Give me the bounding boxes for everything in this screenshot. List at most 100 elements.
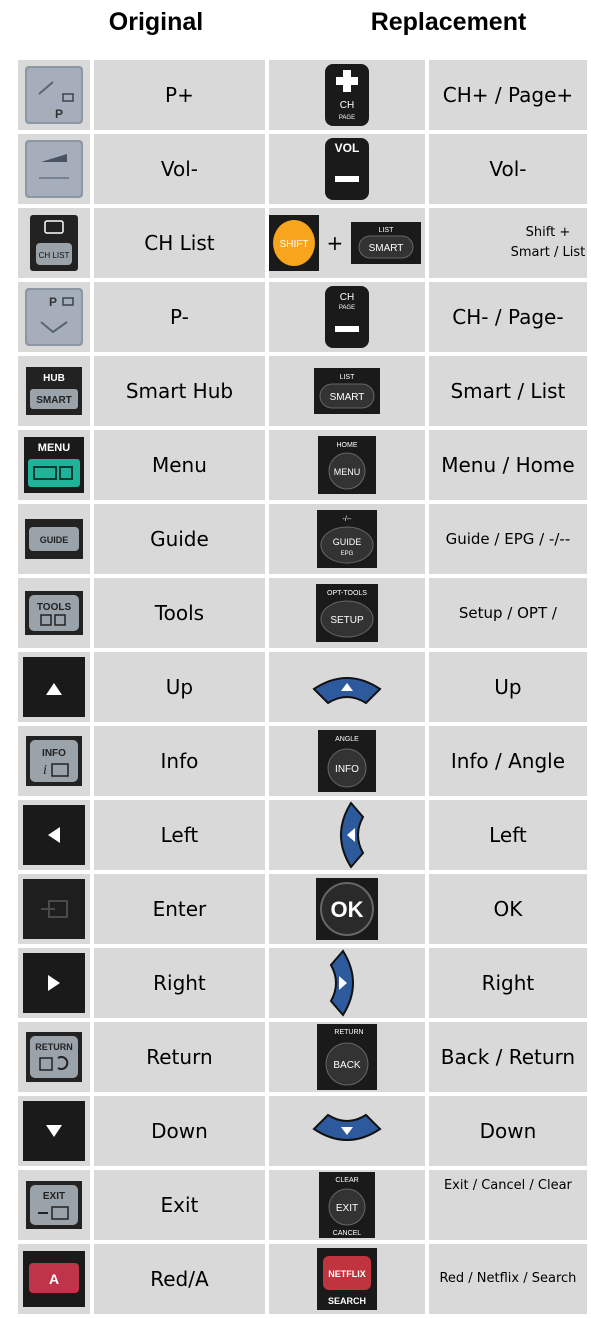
replacement-label: CH- / Page- (428, 282, 587, 352)
svg-text:CH: CH (340, 292, 354, 303)
original-label: Guide (94, 504, 265, 574)
replacement-label: Exit / Cancel / Clear (428, 1170, 587, 1240)
original-label: Up (94, 652, 265, 722)
replacement-label: Back / Return (428, 1022, 587, 1092)
svg-text:P: P (49, 295, 57, 309)
red-a-button: A (23, 1251, 86, 1307)
enter-button (23, 879, 86, 939)
table-row: TOOLS Tools OPT-TOOLS SETUP Setup / OPT … (18, 578, 587, 648)
return-button: RETURN (26, 1032, 83, 1082)
svg-text:PAGE: PAGE (339, 115, 355, 121)
svg-text:INFO: INFO (42, 748, 66, 759)
svg-text:CANCEL: CANCEL (333, 1230, 362, 1237)
p-minus-button: P (25, 288, 84, 346)
svg-text:CH: CH (340, 100, 354, 111)
svg-text:HOME: HOME (336, 442, 357, 449)
replacement-label: Info / Angle (428, 726, 587, 796)
table-row: Up Up (18, 652, 587, 722)
svg-text:SETUP: SETUP (330, 615, 364, 626)
tools-button: TOOLS (25, 591, 84, 635)
svg-text:BACK: BACK (333, 1060, 361, 1071)
vol-minus-button (25, 140, 84, 198)
svg-text:MENU: MENU (334, 467, 361, 477)
table-row: CH LIST CH List SHIFT + LIST SMART Shift… (18, 208, 587, 278)
svg-text:GUIDE: GUIDE (333, 537, 362, 547)
original-label: Tools (94, 578, 265, 648)
original-label: Return (94, 1022, 265, 1092)
table-row: Vol- VOL Vol- (18, 134, 587, 204)
guide-button: GUIDE (25, 519, 84, 559)
table-row: RETURN Return RETURN BACK Back / Return (18, 1022, 587, 1092)
svg-text:SMART: SMART (329, 392, 364, 403)
original-header: Original (108, 8, 204, 36)
info-button: INFO i (26, 736, 83, 786)
smart-hub-button: HUB SMART (26, 367, 83, 415)
button-mapping-table: P P+ CH PAGE CH+ / Page+ Vol- VOL Vol- C… (14, 56, 591, 1318)
guide-epg-button: -/-- GUIDE EPG (316, 510, 377, 568)
svg-text:SEARCH: SEARCH (328, 1296, 366, 1306)
svg-text:EXIT: EXIT (336, 1203, 358, 1214)
original-label: CH List (94, 208, 265, 278)
original-label: Vol- (94, 134, 265, 204)
replacement-label: Setup / OPT / (428, 578, 587, 648)
replacement-label: CH+ / Page+ (428, 60, 587, 130)
original-label: Down (94, 1096, 265, 1166)
original-label: Smart Hub (94, 356, 265, 426)
ch-page-plus-button: CH PAGE (324, 64, 369, 126)
svg-text:A: A (49, 1271, 59, 1287)
shift-button: SHIFT (268, 215, 319, 271)
down-arrow-button (23, 1101, 86, 1161)
left-arrow-button (23, 805, 86, 865)
svg-text:MENU: MENU (38, 442, 70, 454)
original-label: Info (94, 726, 265, 796)
original-label: Red/A (94, 1244, 265, 1314)
p-plus-button: P (25, 66, 84, 124)
replacement-label: Right (428, 948, 587, 1018)
info-angle-button: ANGLE INFO (317, 730, 376, 792)
svg-text:CH LIST: CH LIST (39, 251, 70, 260)
replacement-label: Up (428, 652, 587, 722)
right-arrow-button (23, 953, 86, 1013)
original-label: Menu (94, 430, 265, 500)
svg-text:SMART: SMART (369, 243, 404, 254)
table-row: P P- CH PAGE CH- / Page- (18, 282, 587, 352)
menu-home-button: HOME MENU (317, 436, 376, 494)
svg-text:NETFLIX: NETFLIX (328, 1269, 366, 1279)
table-row: Right Right (18, 948, 587, 1018)
replacement-label: Left (428, 800, 587, 870)
replacement-label: Down (428, 1096, 587, 1166)
ch-page-minus-button: CH PAGE (324, 286, 369, 348)
svg-text:HUB: HUB (43, 373, 65, 384)
plus-sign: + (326, 231, 344, 255)
back-return-button: RETURN BACK (316, 1024, 377, 1090)
svg-text:OK: OK (330, 897, 363, 922)
smart-list-button: LIST SMART (351, 222, 422, 264)
table-row: GUIDE Guide -/-- GUIDE EPG Guide / EPG /… (18, 504, 587, 574)
original-label: Exit (94, 1170, 265, 1240)
table-row: HUB SMART Smart Hub LIST SMART Smart / L… (18, 356, 587, 426)
ok-button: OK (315, 878, 378, 940)
original-label: P+ (94, 60, 265, 130)
table-row: Down Down (18, 1096, 587, 1166)
right-dpad-button (329, 949, 354, 1017)
table-row: INFO i Info ANGLE INFO Info / Angle (18, 726, 587, 796)
svg-text:P: P (55, 107, 63, 121)
vol-minus-button: VOL (324, 138, 369, 200)
original-label: Left (94, 800, 265, 870)
svg-text:LIST: LIST (379, 227, 395, 234)
svg-text:LIST: LIST (339, 374, 355, 381)
menu-button: MENU (24, 437, 85, 493)
table-row: EXIT Exit CLEAR EXIT CANCEL Exit / Cance… (18, 1170, 587, 1240)
exit-button: EXIT (26, 1181, 83, 1229)
svg-text:EXIT: EXIT (43, 1191, 65, 1202)
replacement-label: Shift + Smart / List (428, 208, 587, 278)
smart-list-button: LIST SMART (313, 368, 380, 414)
svg-text:ANGLE: ANGLE (335, 736, 359, 743)
table-row: Enter OK OK (18, 874, 587, 944)
setup-opt-button: OPT-TOOLS SETUP (315, 584, 378, 642)
svg-text:RETURN: RETURN (35, 1042, 73, 1052)
left-dpad-button (339, 801, 365, 869)
svg-text:-/--: -/-- (342, 516, 352, 523)
svg-text:CLEAR: CLEAR (335, 1177, 358, 1184)
table-row: A Red/A NETFLIX SEARCH Red / Netflix / S… (18, 1244, 587, 1314)
